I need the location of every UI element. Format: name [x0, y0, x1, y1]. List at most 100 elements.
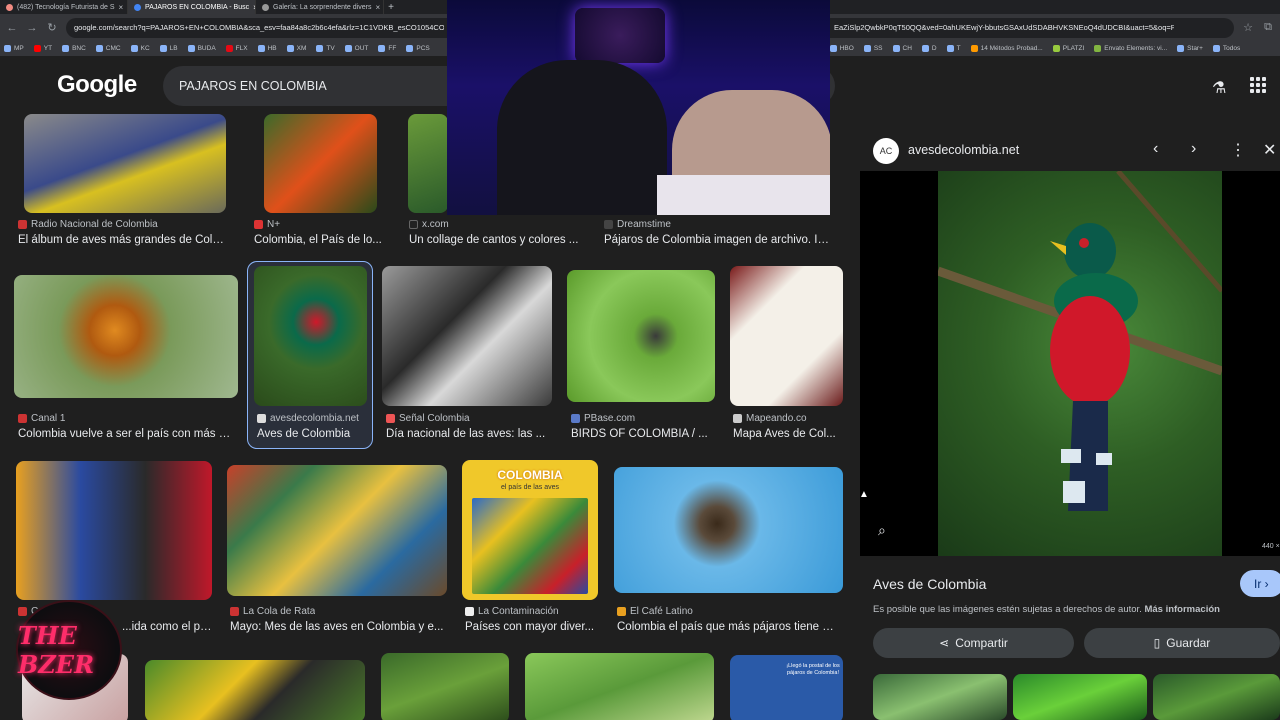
result-title[interactable]: Pájaros de Colombia imagen de archivo. I… [604, 234, 836, 246]
bookmark-item[interactable]: FF [378, 45, 396, 52]
result-thumbnail[interactable]: COLOMBIA el país de las aves [462, 460, 598, 600]
site-icon [386, 414, 395, 423]
result-thumbnail[interactable] [264, 114, 377, 213]
result-title[interactable]: El álbum de aves más grandes de Colo... [18, 234, 228, 246]
bookmark-item[interactable]: CH [892, 45, 912, 52]
trogon-illustration [938, 171, 1222, 511]
result-source: Dreamstime [604, 219, 671, 230]
image-preview-panel: AC avesdecolombia.net ‹ › ⋮ ✕ ⌕ 440 × Av… [860, 114, 1280, 720]
browser-tab-youtube[interactable]: (482) Tecnología Futurista de S × [0, 0, 128, 14]
preview-source[interactable]: avesdecolombia.net [908, 143, 1019, 157]
result-title[interactable]: Países con mayor diver... [465, 621, 600, 633]
bookmark-item[interactable]: HB [257, 45, 277, 52]
more-info-link[interactable]: Más información [1144, 604, 1220, 615]
bookmark-item[interactable]: FLX [225, 45, 248, 52]
result-thumbnail[interactable] [381, 653, 509, 720]
webcam-overlay [447, 0, 830, 215]
close-tab-icon[interactable]: × [119, 3, 124, 12]
result-thumbnail[interactable]: ¡Llegó la postal de los pájaros de Colom… [730, 655, 843, 720]
result-thumbnail[interactable] [254, 266, 367, 406]
related-image[interactable] [873, 674, 1007, 720]
result-thumbnail[interactable] [730, 266, 843, 406]
close-icon[interactable]: ✕ [1263, 140, 1276, 160]
bookmark-item[interactable]: KC [130, 45, 150, 52]
bookmark-item[interactable]: PLATZI [1052, 45, 1084, 52]
save-button[interactable]: ▯ Guardar [1084, 628, 1280, 658]
bookmark-item[interactable]: TV [316, 45, 335, 52]
result-title[interactable]: Colombia vuelve a ser el país con más e.… [18, 428, 234, 440]
result-thumbnail[interactable] [614, 467, 843, 593]
site-icon [262, 3, 269, 11]
x-icon [409, 220, 418, 229]
result-title[interactable]: ...ida como el paí... [122, 621, 212, 633]
bookmark-item[interactable]: BNC [62, 45, 86, 52]
google-lens-icon[interactable]: ⌕ [878, 522, 886, 539]
site-icon [18, 220, 27, 229]
result-title[interactable]: Día nacional de las aves: las ... [386, 428, 551, 440]
result-thumbnail[interactable] [525, 653, 714, 720]
bookmark-item[interactable]: D [921, 45, 937, 52]
previous-icon[interactable]: ‹ [1153, 140, 1158, 158]
result-title[interactable]: Mayo: Mes de las aves en Colombia y e... [230, 621, 445, 633]
bookmark-item[interactable]: 14 Métodos Probad... [970, 45, 1043, 52]
preview-image[interactable]: ⌕ 440 × [860, 171, 1280, 556]
bookmark-item[interactable]: OUT [344, 45, 368, 52]
bookmark-item[interactable]: Star+ [1177, 45, 1203, 52]
site-icon [257, 414, 266, 423]
bookmark-item[interactable]: MP [4, 45, 24, 52]
more-options-icon[interactable]: ⋮ [1230, 140, 1246, 160]
bookmark-item[interactable]: SS [863, 45, 883, 52]
related-image[interactable] [1153, 674, 1280, 720]
google-logo[interactable]: Google [57, 71, 137, 99]
related-image[interactable] [1013, 674, 1147, 720]
google-apps-icon[interactable] [1250, 77, 1266, 93]
next-icon[interactable]: › [1191, 140, 1196, 158]
result-title[interactable]: Aves de Colombia [257, 428, 369, 440]
bookmark-item[interactable]: Envato Elements: vi... [1094, 45, 1167, 52]
star-icon[interactable]: ☆ [1242, 21, 1254, 34]
result-thumbnail[interactable] [382, 266, 552, 406]
result-thumbnail[interactable] [567, 270, 715, 402]
forward-icon[interactable]: → [26, 22, 38, 34]
result-thumbnail[interactable] [227, 465, 447, 596]
result-thumbnail[interactable] [24, 114, 226, 213]
result-source: N+ [254, 219, 280, 230]
bookmark-item[interactable]: XM [286, 45, 306, 52]
result-title[interactable]: Un collage de cantos y colores ... [409, 234, 579, 246]
result-title[interactable]: Colombia el país que más pájaros tiene e… [617, 621, 837, 633]
copyright-note: Es posible que las imágenes estén sujeta… [873, 604, 1220, 615]
labs-flask-icon[interactable]: ⚗ [1212, 78, 1226, 98]
result-thumbnail[interactable] [16, 461, 212, 600]
bookmark-item[interactable]: HBO [829, 45, 854, 52]
bookmark-icon: ▯ [1153, 636, 1161, 650]
visit-button[interactable]: Ir › [1240, 570, 1280, 597]
result-thumbnail[interactable] [408, 114, 448, 213]
result-thumbnail[interactable] [14, 275, 238, 398]
site-icon [18, 607, 27, 616]
google-icon [134, 3, 141, 11]
bookmark-item[interactable]: BUDA [187, 45, 216, 52]
site-icon [604, 220, 613, 229]
result-title[interactable]: BIRDS OF COLOMBIA / ... [571, 428, 711, 440]
bookmark-item[interactable]: T [946, 45, 961, 52]
youtube-icon [6, 3, 13, 11]
bookmark-item[interactable]: YT [33, 45, 52, 52]
bookmark-item[interactable]: PCS [406, 45, 430, 52]
close-tab-icon[interactable]: × [375, 3, 380, 12]
postal-text: ¡Llegó la postal de los pájaros de Colom… [786, 663, 840, 676]
bookmark-item[interactable]: Todos [1212, 45, 1240, 52]
browser-tab-gallery[interactable]: Galería: La sorprendente divers × [256, 0, 384, 14]
reload-icon[interactable]: ↻ [46, 21, 58, 34]
bookmark-item[interactable]: LB [159, 45, 178, 52]
new-tab-button[interactable]: + [384, 2, 398, 13]
extensions-icon[interactable]: ⧉ [1262, 21, 1274, 34]
result-thumbnail[interactable] [145, 660, 365, 720]
back-icon[interactable]: ← [6, 22, 18, 34]
share-icon: ⋖ [939, 636, 950, 650]
browser-tab-search[interactable]: PAJAROS EN COLOMBIA - Busc× [128, 0, 256, 14]
share-button[interactable]: ⋖ Compartir [873, 628, 1074, 658]
result-title[interactable]: Mapa Aves de Col... [733, 428, 843, 440]
bookmark-item[interactable]: CMC [95, 45, 121, 52]
preview-title[interactable]: Aves de Colombia [873, 576, 986, 592]
result-title[interactable]: Colombia, el País de lo... [254, 234, 384, 246]
